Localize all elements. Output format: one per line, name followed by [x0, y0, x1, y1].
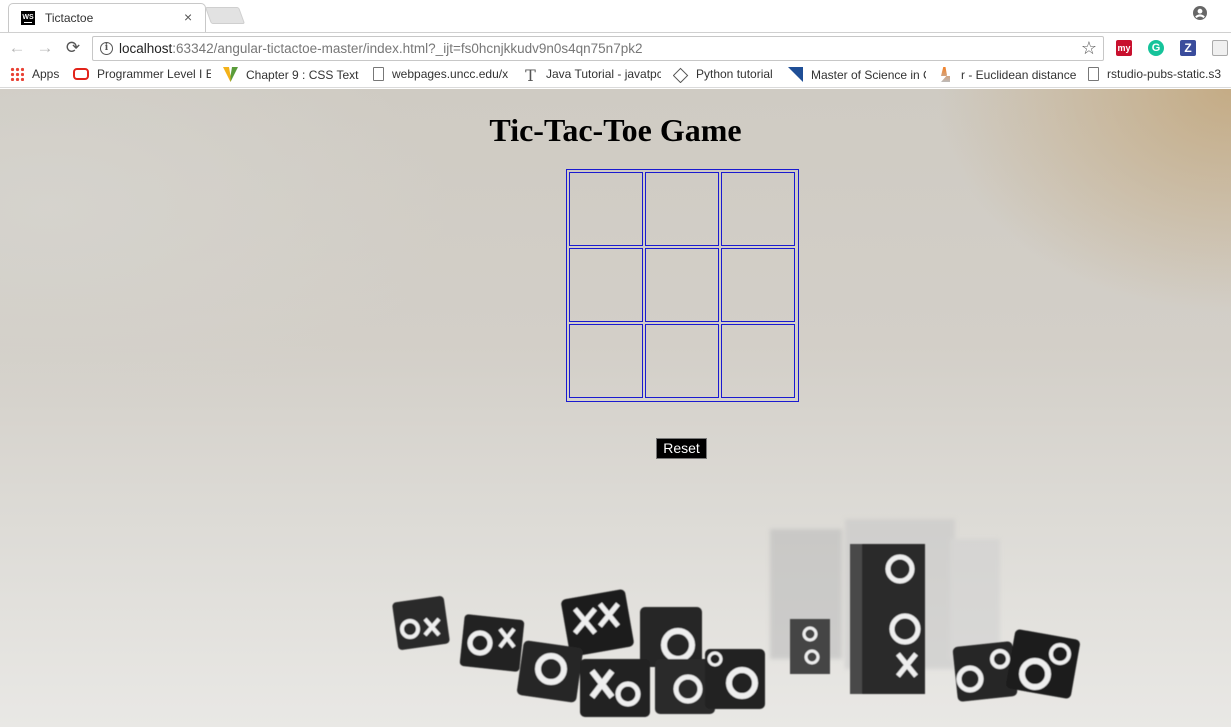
grammarly-extension-icon[interactable]: G [1148, 40, 1164, 56]
tab-strip: WS Tictactoe × [0, 0, 1231, 32]
myshortcut-extension-icon[interactable]: my [1116, 40, 1132, 56]
certificate-extension-icon[interactable] [1212, 40, 1228, 56]
bookmark-label: Apps [32, 67, 60, 81]
board-cell-4[interactable] [645, 248, 719, 322]
bookmark-label: r - Euclidean distance [961, 68, 1076, 82]
browser-toolbar: ← → ⟳ i localhost:63342/angular-tictacto… [0, 32, 1231, 62]
tab-title: Tictactoe [45, 11, 94, 25]
webstorm-favicon-icon: WS [21, 11, 35, 25]
bookmark-label: Java Tutorial - javatpc [546, 67, 661, 81]
stackoverflow-icon [941, 67, 950, 82]
site-info-icon[interactable]: i [100, 42, 113, 55]
ms-icon [788, 67, 803, 82]
url-path: :63342/angular-tictactoe-master/index.ht… [172, 41, 643, 56]
bookmark-label: Chapter 9 : CSS Text F [246, 68, 361, 82]
bookmarks-bar: Apps Programmer Level I E Chapter 9 : CS… [0, 62, 1231, 88]
address-bar[interactable]: i localhost:63342/angular-tictactoe-mast… [92, 36, 1104, 61]
bookmark-master-of-science[interactable]: Master of Science in C [788, 67, 926, 83]
board-cell-3[interactable] [569, 248, 643, 322]
chapter-icon [223, 67, 238, 82]
back-icon[interactable]: ← [8, 39, 26, 57]
page-icon [373, 67, 384, 81]
url-text[interactable]: localhost:63342/angular-tictactoe-master… [119, 41, 642, 56]
apps-grid-icon [10, 67, 24, 81]
close-tab-icon[interactable]: × [184, 9, 192, 25]
bookmark-apps[interactable]: Apps [10, 67, 65, 83]
page-title: Tic-Tac-Toe Game [489, 112, 742, 148]
bookmark-programmer-level[interactable]: Programmer Level I E [73, 67, 211, 83]
url-host: localhost [119, 41, 173, 56]
bookmark-label: webpages.uncc.edu/x [392, 67, 509, 81]
z-extension-icon[interactable]: Z [1180, 40, 1196, 56]
bookmark-euclidean-distance[interactable]: r - Euclidean distance [938, 67, 1076, 83]
bookmark-label: Master of Science in C [811, 68, 926, 82]
board-cell-1[interactable] [645, 172, 719, 246]
bookmark-java-tutorial[interactable]: T Java Tutorial - javatpc [523, 67, 661, 83]
forward-icon[interactable]: → [36, 39, 54, 57]
bookmark-star-icon[interactable]: ☆ [1081, 38, 1097, 58]
board-cell-7[interactable] [645, 324, 719, 398]
board-cell-6[interactable] [569, 324, 643, 398]
reset-button[interactable]: Reset [656, 438, 707, 459]
board-cell-8[interactable] [721, 324, 795, 398]
bookmark-webpages-uncc[interactable]: webpages.uncc.edu/x [373, 67, 511, 83]
browser-tab[interactable]: WS Tictactoe × [8, 3, 206, 32]
oracle-icon [73, 68, 89, 80]
page-icon [1088, 67, 1099, 81]
board-cell-5[interactable] [721, 248, 795, 322]
python-icon [673, 67, 689, 83]
bookmark-label: Python tutorial [696, 67, 773, 81]
profile-icon[interactable] [1193, 6, 1207, 20]
board-cell-0[interactable] [569, 172, 643, 246]
bookmark-python-tutorial[interactable]: Python tutorial [673, 67, 783, 83]
t-icon: T [525, 67, 536, 84]
reload-icon[interactable]: ⟳ [64, 39, 82, 57]
bookmark-label: Programmer Level I E [97, 67, 211, 81]
bookmark-chapter-9[interactable]: Chapter 9 : CSS Text F [223, 67, 361, 83]
board-cell-2[interactable] [721, 172, 795, 246]
bookmark-label: rstudio-pubs-static.s3 [1107, 67, 1222, 81]
tictactoe-board [566, 169, 799, 402]
bookmark-rstudio-pubs[interactable]: rstudio-pubs-static.s3 [1088, 67, 1228, 83]
new-tab-button[interactable] [204, 7, 246, 24]
page-viewport: Tic-Tac-Toe Game Reset [0, 89, 1231, 727]
